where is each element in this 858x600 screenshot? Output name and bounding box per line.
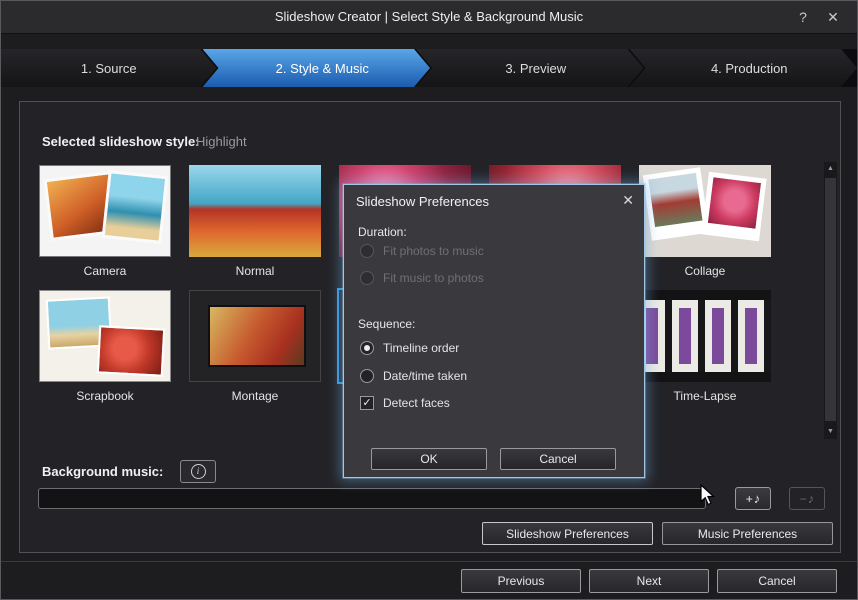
radio-icon[interactable] <box>360 369 374 383</box>
tab-production[interactable]: 4. Production <box>630 49 858 87</box>
style-name: Montage <box>231 389 279 403</box>
background-music-label: Background music: <box>42 464 164 479</box>
music-info-button[interactable]: i <box>180 460 216 483</box>
style-item-scrapbook[interactable]: Scrapbook <box>30 285 180 410</box>
radio-label: Fit photos to music <box>383 244 484 258</box>
radio-date-time-taken[interactable]: Date/time taken <box>360 369 467 383</box>
titlebar: Slideshow Creator | Select Style & Backg… <box>1 1 857 34</box>
dialog-cancel-button[interactable]: Cancel <box>500 448 616 470</box>
add-music-button[interactable]: + ♪ <box>735 487 771 510</box>
remove-music-button: − ♪ <box>789 487 825 510</box>
style-name: Scrapbook <box>76 389 134 403</box>
detect-faces-option[interactable]: ✓ Detect faces <box>360 396 450 410</box>
music-note-icon: ♪ <box>807 491 815 506</box>
radio-label: Fit music to photos <box>383 271 484 285</box>
style-item-normal[interactable]: Normal <box>180 160 330 285</box>
style-name: Collage <box>684 264 726 278</box>
close-icon[interactable]: ✕ <box>823 1 843 33</box>
style-item-collage[interactable]: Collage <box>630 160 780 285</box>
style-thumbnail-time-lapse <box>639 290 771 382</box>
style-name: Time-Lapse <box>673 389 737 403</box>
dialog-close-icon[interactable]: ✕ <box>622 192 634 209</box>
check-icon: ✓ <box>362 396 372 409</box>
style-thumbnail-montage <box>189 290 321 382</box>
radio-label: Timeline order <box>383 341 460 355</box>
styles-scrollbar[interactable]: ▲ ▼ <box>824 162 837 439</box>
tab-source-label: 1. Source <box>80 60 137 76</box>
tab-source[interactable]: 1. Source <box>1 49 217 87</box>
radio-icon <box>360 244 374 258</box>
radio-timeline-order[interactable]: Timeline order <box>360 341 459 355</box>
style-thumbnail-camera <box>39 165 171 257</box>
music-note-icon: ♪ <box>753 491 761 506</box>
radio-label: Date/time taken <box>383 369 468 383</box>
tab-preview-label: 3. Preview <box>505 60 567 76</box>
duration-label: Duration: <box>358 225 407 239</box>
tab-preview[interactable]: 3. Preview <box>416 49 644 87</box>
sequence-label: Sequence: <box>358 317 416 331</box>
scroll-down-icon[interactable]: ▼ <box>824 425 837 439</box>
selected-style-value: Highlight <box>196 134 247 149</box>
tab-production-label: 4. Production <box>710 60 788 76</box>
detect-faces-checkbox[interactable]: ✓ <box>360 396 374 410</box>
previous-button[interactable]: Previous <box>461 569 581 593</box>
tab-style-and-music-label: 2. Style & Music <box>275 60 369 76</box>
style-thumbnail-collage <box>639 165 771 257</box>
style-thumbnail-scrapbook <box>39 290 171 382</box>
style-item-camera[interactable]: Camera <box>30 160 180 285</box>
scrollbar-thumb[interactable] <box>825 178 836 421</box>
slideshow-preferences-button[interactable]: Slideshow Preferences <box>482 522 653 545</box>
selected-style-label: Selected slideshow style: <box>42 134 200 149</box>
tab-style-and-music[interactable]: 2. Style & Music <box>203 49 431 87</box>
slideshow-preferences-dialog: Slideshow Preferences ✕ Duration: Fit ph… <box>343 184 645 478</box>
slideshow-creator-window: Slideshow Creator | Select Style & Backg… <box>0 0 858 600</box>
radio-fit-music-to-photos: Fit music to photos <box>360 271 484 285</box>
info-icon: i <box>190 464 206 479</box>
radio-selected-icon[interactable] <box>360 341 374 355</box>
footer-divider <box>1 561 857 562</box>
radio-fit-photos-to-music: Fit photos to music <box>360 244 484 258</box>
style-item-montage[interactable]: Montage <box>180 285 330 410</box>
plus-icon: + <box>745 491 753 506</box>
radio-icon <box>360 271 374 285</box>
wizard-tab-strip: 1. Source 2. Style & Music 3. Preview 4.… <box>1 49 857 87</box>
minus-icon: − <box>799 491 807 506</box>
style-item-time-lapse[interactable]: Time-Lapse <box>630 285 780 410</box>
style-thumbnail-normal <box>189 165 321 257</box>
window-title: Slideshow Creator | Select Style & Backg… <box>274 9 584 24</box>
cancel-button[interactable]: Cancel <box>717 569 837 593</box>
style-name: Camera <box>83 264 127 278</box>
ok-button[interactable]: OK <box>371 448 487 470</box>
music-preferences-button[interactable]: Music Preferences <box>662 522 833 545</box>
scroll-up-icon[interactable]: ▲ <box>824 162 837 176</box>
dialog-title: Slideshow Preferences <box>356 194 489 209</box>
help-icon[interactable]: ? <box>793 1 813 33</box>
checkbox-label: Detect faces <box>383 396 450 410</box>
background-music-input[interactable] <box>38 488 706 509</box>
next-button[interactable]: Next <box>589 569 709 593</box>
style-name: Normal <box>235 264 275 278</box>
